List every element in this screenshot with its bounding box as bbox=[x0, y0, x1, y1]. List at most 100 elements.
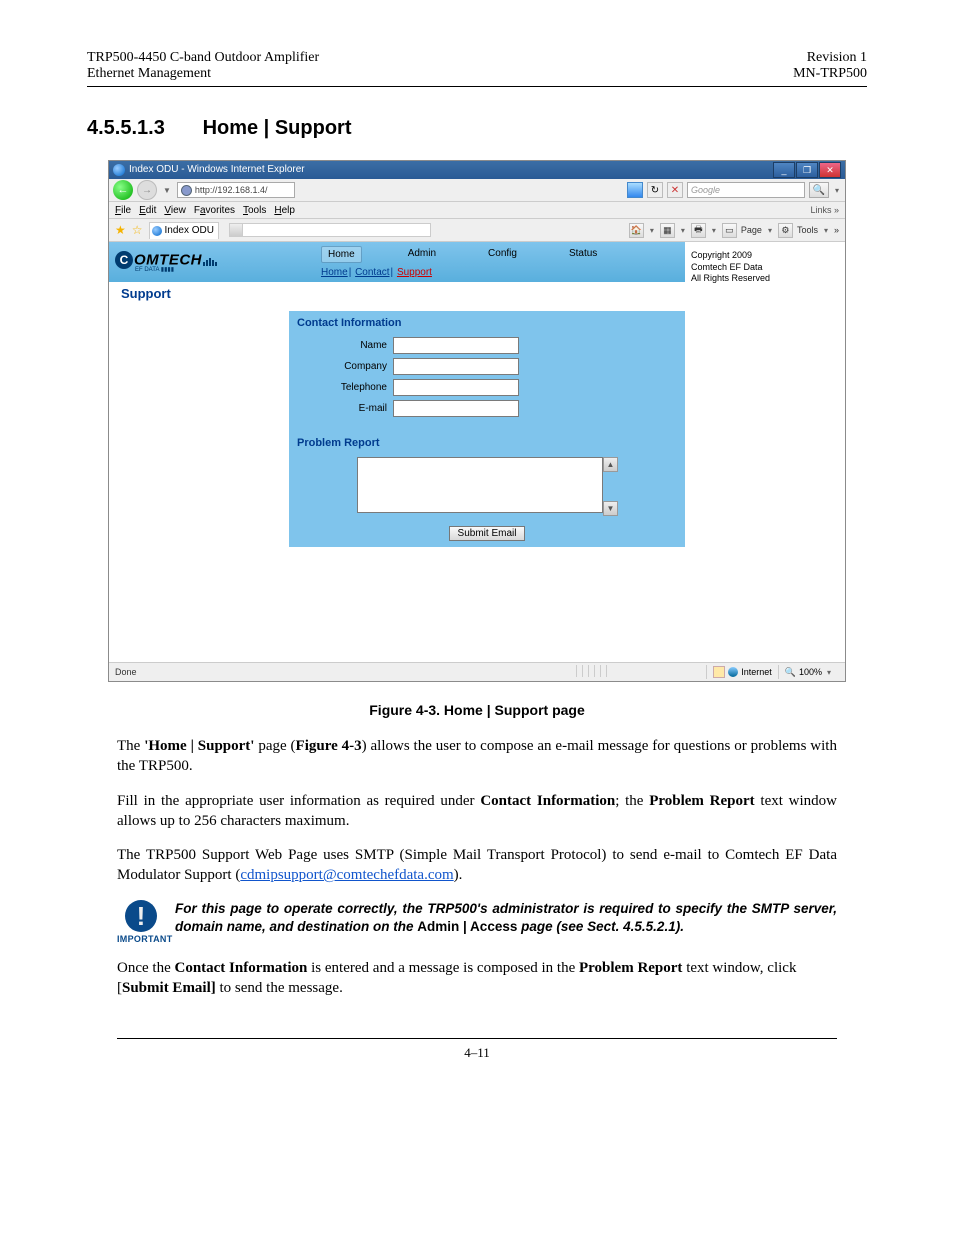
close-button[interactable]: ✕ bbox=[819, 162, 841, 178]
forward-button[interactable]: → bbox=[137, 180, 157, 200]
address-bar-row: ← → ▼ http://192.168.1.4/ ↻ ✕ Google 🔍 ▾ bbox=[109, 179, 845, 202]
figure-caption: Figure 4-3. Home | Support page bbox=[87, 702, 867, 718]
menu-view[interactable]: View bbox=[164, 205, 186, 216]
search-placeholder: Google bbox=[691, 185, 720, 195]
support-email-link[interactable]: cdmipsupport@comtechefdata.com bbox=[240, 867, 453, 883]
doc-subtitle: Ethernet Management bbox=[87, 66, 319, 82]
menu-edit[interactable]: Edit bbox=[139, 205, 156, 216]
ie-window: Index ODU - Windows Internet Explorer _ … bbox=[108, 160, 846, 682]
label-telephone: Telephone bbox=[297, 382, 393, 393]
paragraph-1: The 'Home | Support' page (Figure 4-3) a… bbox=[117, 736, 837, 777]
page-title: Support bbox=[109, 282, 685, 311]
ie-logo-icon bbox=[113, 164, 125, 176]
paragraph-4: Once the Contact Information is entered … bbox=[117, 958, 837, 999]
search-input[interactable]: Google bbox=[687, 182, 805, 198]
tools-menu-label[interactable]: Tools bbox=[797, 225, 818, 235]
tab-status[interactable]: Status bbox=[563, 246, 603, 263]
print-icon[interactable]: 🖶 bbox=[691, 223, 706, 238]
menu-favorites[interactable]: Favorites bbox=[194, 205, 235, 216]
minimize-button[interactable]: _ bbox=[773, 162, 795, 178]
section-title: Home | Support bbox=[203, 117, 352, 139]
label-name: Name bbox=[297, 340, 393, 351]
stop-button[interactable]: ✕ bbox=[667, 182, 683, 198]
tab-ie-icon bbox=[152, 226, 162, 236]
tools-menu-icon[interactable]: ⚙ bbox=[778, 223, 793, 238]
zoom-value: 100% bbox=[799, 667, 822, 677]
feeds-icon[interactable]: ▦ bbox=[660, 223, 675, 238]
doc-header: TRP500-4450 C-band Outdoor Amplifier Eth… bbox=[87, 50, 867, 87]
doc-revision: Revision 1 bbox=[793, 50, 867, 66]
brand-logo: COMTECH EF DATA ▮▮▮▮ bbox=[115, 251, 218, 273]
doc-id: MN-TRP500 bbox=[793, 66, 867, 82]
copyright-line2: Comtech EF Data bbox=[691, 262, 839, 274]
home-icon[interactable]: 🏠 bbox=[629, 223, 644, 238]
support-form-panel: Contact Information Name Company Telepho… bbox=[289, 311, 685, 547]
page-menu-icon[interactable]: ▭ bbox=[722, 223, 737, 238]
crumb-home[interactable]: Home bbox=[321, 267, 348, 278]
links-toolbar-label[interactable]: Links » bbox=[810, 205, 839, 215]
window-title: Index ODU - Windows Internet Explorer bbox=[129, 161, 305, 179]
page-footer: 4–11 bbox=[117, 1038, 837, 1061]
search-button[interactable]: 🔍 bbox=[809, 182, 829, 198]
refresh-button[interactable]: ↻ bbox=[647, 182, 663, 198]
submit-email-button[interactable] bbox=[449, 526, 526, 541]
logo-subtext: EF DATA bbox=[135, 267, 159, 273]
section-heading: 4.5.5.1.3 Home | Support bbox=[87, 117, 867, 140]
chevron-icon[interactable]: » bbox=[834, 225, 839, 235]
search-dropdown-icon[interactable]: ▾ bbox=[833, 186, 841, 195]
go-button[interactable] bbox=[627, 182, 643, 198]
zoom-icon[interactable]: 🔍 bbox=[785, 667, 796, 678]
contact-heading: Contact Information bbox=[297, 317, 677, 329]
problem-heading: Problem Report bbox=[297, 437, 677, 449]
copyright-line1: Copyright 2009 bbox=[691, 250, 839, 262]
tab-strip[interactable] bbox=[229, 223, 431, 237]
logo-globe-icon: C bbox=[115, 251, 133, 269]
important-label: IMPORTANT bbox=[117, 934, 165, 944]
zone-label: Internet bbox=[741, 667, 772, 677]
favorites-star-icon[interactable]: ★ bbox=[115, 223, 126, 237]
copyright-line3: All Rights Reserved bbox=[691, 273, 839, 285]
page-menu-label[interactable]: Page bbox=[741, 225, 762, 235]
address-input[interactable]: http://192.168.1.4/ bbox=[177, 182, 295, 198]
back-button[interactable]: ← bbox=[113, 180, 133, 200]
email-field[interactable] bbox=[393, 400, 519, 417]
nav-dropdown-icon[interactable]: ▼ bbox=[161, 186, 173, 195]
crumb-contact[interactable]: Contact bbox=[355, 267, 389, 278]
add-favorite-star-icon[interactable]: ☆ bbox=[132, 223, 143, 237]
menu-tools[interactable]: Tools bbox=[243, 205, 266, 216]
name-field[interactable] bbox=[393, 337, 519, 354]
label-company: Company bbox=[297, 361, 393, 372]
status-done: Done bbox=[115, 667, 137, 677]
menu-file[interactable]: File bbox=[115, 205, 131, 216]
menu-bar: File Edit View Favorites Tools Help Link… bbox=[109, 202, 845, 219]
paragraph-2: Fill in the appropriate user information… bbox=[117, 791, 837, 832]
browser-tab[interactable]: Index ODU bbox=[149, 222, 219, 239]
status-bar: Done Internet 🔍 100% ▾ bbox=[109, 662, 845, 681]
scroll-up-icon[interactable]: ▲ bbox=[603, 457, 618, 472]
internet-zone-icon bbox=[728, 667, 738, 677]
section-number: 4.5.5.1.3 bbox=[87, 117, 197, 140]
scroll-down-icon[interactable]: ▼ bbox=[603, 501, 618, 516]
page-icon bbox=[181, 185, 192, 196]
problem-report-textarea[interactable] bbox=[357, 457, 603, 513]
breadcrumb: Home| Contact| Support bbox=[301, 263, 685, 282]
important-icon: ! bbox=[125, 900, 157, 932]
menu-help[interactable]: Help bbox=[274, 205, 295, 216]
doc-title: TRP500-4450 C-band Outdoor Amplifier bbox=[87, 50, 319, 66]
favorites-bar: ★ ☆ Index ODU 🏠▾ ▦▾ 🖶▾ ▭ Page▾ ⚙ Tools▾ … bbox=[109, 219, 845, 242]
crumb-support: Support bbox=[397, 267, 432, 278]
maximize-button[interactable]: ❐ bbox=[796, 162, 818, 178]
address-text: http://192.168.1.4/ bbox=[195, 185, 268, 195]
tab-admin[interactable]: Admin bbox=[402, 246, 442, 263]
window-titlebar[interactable]: Index ODU - Windows Internet Explorer _ … bbox=[109, 161, 845, 179]
copyright-block: Copyright 2009 Comtech EF Data All Right… bbox=[691, 250, 839, 285]
zoom-dropdown-icon[interactable]: ▾ bbox=[825, 668, 833, 677]
tab-config[interactable]: Config bbox=[482, 246, 523, 263]
security-warning-icon[interactable] bbox=[713, 666, 725, 678]
tab-home[interactable]: Home bbox=[321, 246, 362, 263]
telephone-field[interactable] bbox=[393, 379, 519, 396]
tab-title: Index ODU bbox=[165, 225, 214, 236]
label-email: E-mail bbox=[297, 403, 393, 414]
important-note: ! IMPORTANT For this page to operate cor… bbox=[117, 900, 837, 944]
company-field[interactable] bbox=[393, 358, 519, 375]
